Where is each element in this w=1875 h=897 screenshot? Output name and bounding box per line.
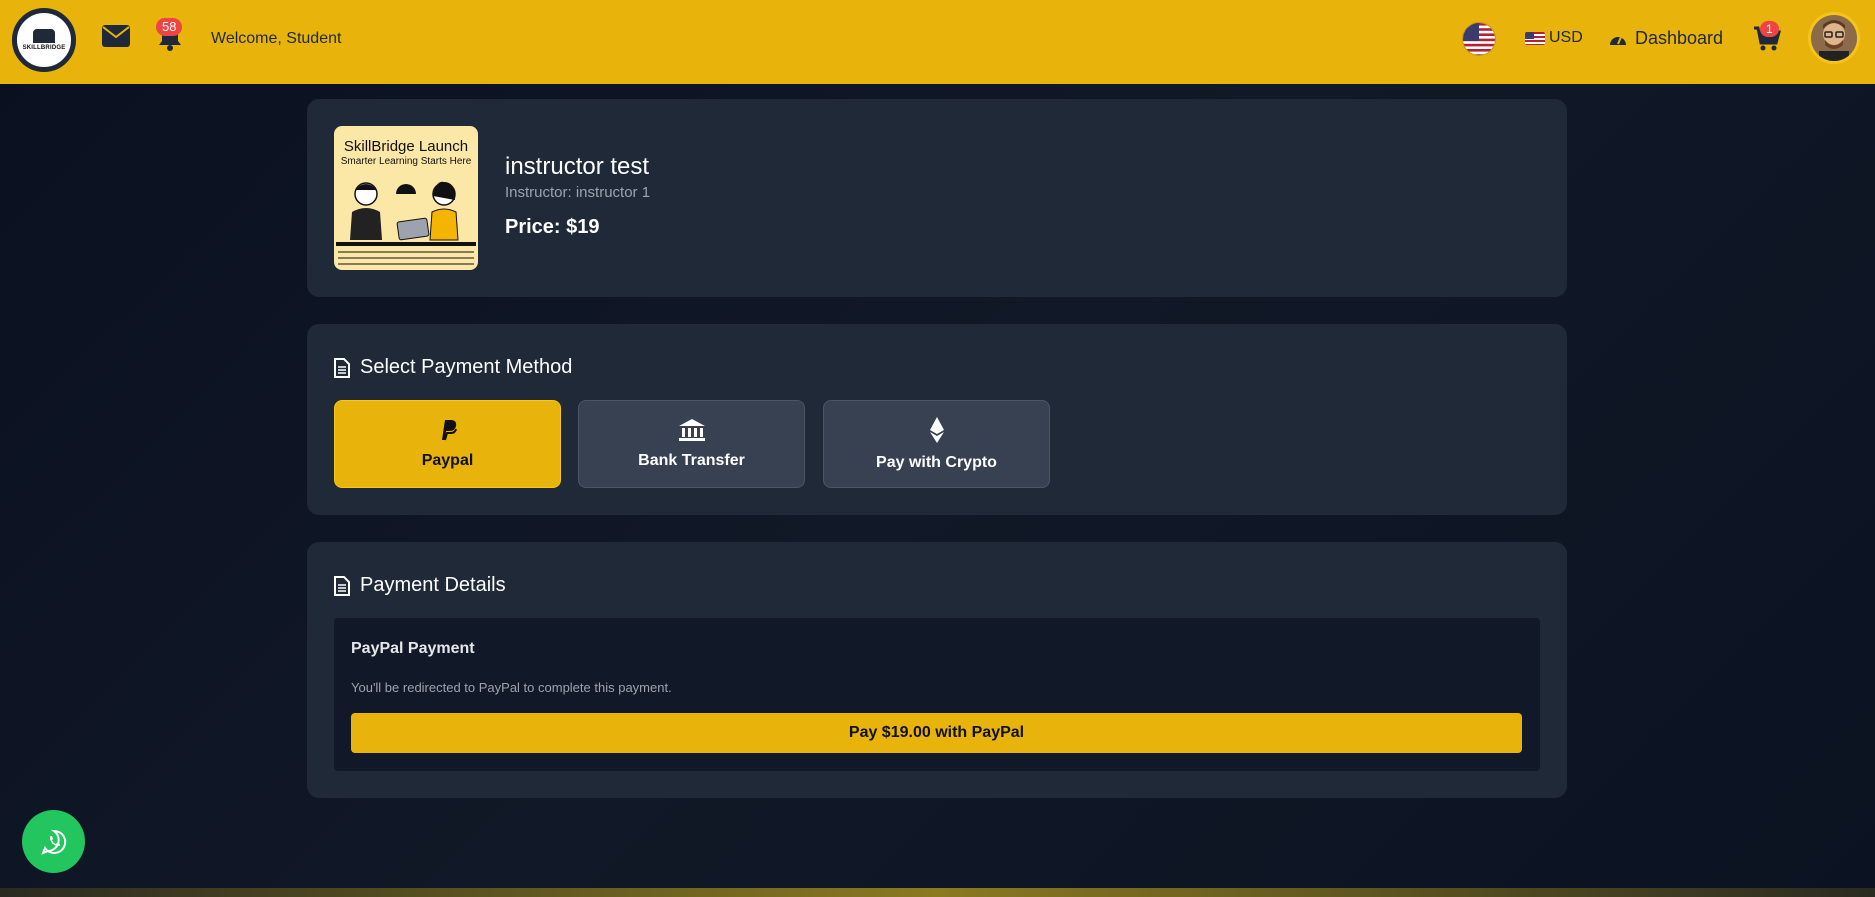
gauge-icon <box>1610 36 1626 45</box>
dashboard-link[interactable]: Dashboard <box>1609 28 1723 49</box>
course-price: Price: $19 <box>505 216 600 238</box>
payment-details-title: Payment Details <box>360 574 506 596</box>
whatsapp-chat-button[interactable] <box>22 810 85 873</box>
top-navbar: SKILLBRIDGE 58 Welcome, Student USD Dash… <box>0 0 1875 84</box>
payment-method-title: Select Payment Method <box>360 356 573 378</box>
paypal-payment-box: PayPal Payment You'll be redirected to P… <box>334 618 1540 771</box>
us-flag-icon[interactable] <box>1462 22 1496 56</box>
logo-text: SKILLBRIDGE <box>22 45 66 51</box>
dashboard-label: Dashboard <box>1635 28 1724 48</box>
crypto-option-button[interactable]: Pay with Crypto <box>823 400 1050 488</box>
graduation-cap-icon <box>33 29 55 43</box>
currency-selector[interactable]: USD <box>1525 29 1583 47</box>
paypal-option-button[interactable]: Paypal <box>334 400 561 488</box>
paypal-icon <box>441 420 457 441</box>
course-summary-card: SkillBridge Launch Smarter Learning Star… <box>307 99 1567 297</box>
payment-details-card: Payment Details PayPal Payment You'll be… <box>307 542 1567 798</box>
payment-method-card: Select Payment Method Paypal Bank Transf… <box>307 324 1567 515</box>
thumbnail-title: SkillBridge Launch <box>343 138 469 155</box>
thumbnail-subtitle: Smarter Learning Starts Here <box>340 156 472 167</box>
user-avatar[interactable] <box>1808 12 1860 64</box>
ethereum-icon <box>929 417 944 443</box>
document-icon <box>334 575 350 596</box>
welcome-text: Welcome, Student <box>211 30 342 47</box>
skillbridge-logo[interactable]: SKILLBRIDGE <box>12 8 76 72</box>
pay-with-paypal-button[interactable]: Pay $19.00 with PayPal <box>351 713 1522 753</box>
document-icon <box>334 357 350 378</box>
bank-transfer-option-button[interactable]: Bank Transfer <box>578 400 805 488</box>
whatsapp-icon <box>40 829 66 855</box>
footer-strip <box>0 888 1875 897</box>
notification-badge: 58 <box>156 18 183 36</box>
course-title: instructor test <box>505 153 650 180</box>
crypto-option-label: Pay with Crypto <box>876 454 997 471</box>
us-flag-icon <box>1525 31 1545 45</box>
section-title: Select Payment Method <box>334 356 572 379</box>
cart-badge: 1 <box>1760 21 1779 37</box>
thumbnail-illustration <box>336 181 476 265</box>
bank-icon <box>678 419 705 441</box>
paypal-payment-title: PayPal Payment <box>351 640 475 657</box>
section-title: Payment Details <box>334 574 506 597</box>
bank-transfer-option-label: Bank Transfer <box>638 452 745 469</box>
paypal-redirect-text: You'll be redirected to PayPal to comple… <box>351 680 672 695</box>
currency-label: USD <box>1549 29 1583 46</box>
course-thumbnail: SkillBridge Launch Smarter Learning Star… <box>334 126 478 270</box>
paypal-option-label: Paypal <box>421 452 474 469</box>
envelope-icon[interactable] <box>100 22 132 50</box>
course-instructor: Instructor: instructor 1 <box>505 184 651 201</box>
